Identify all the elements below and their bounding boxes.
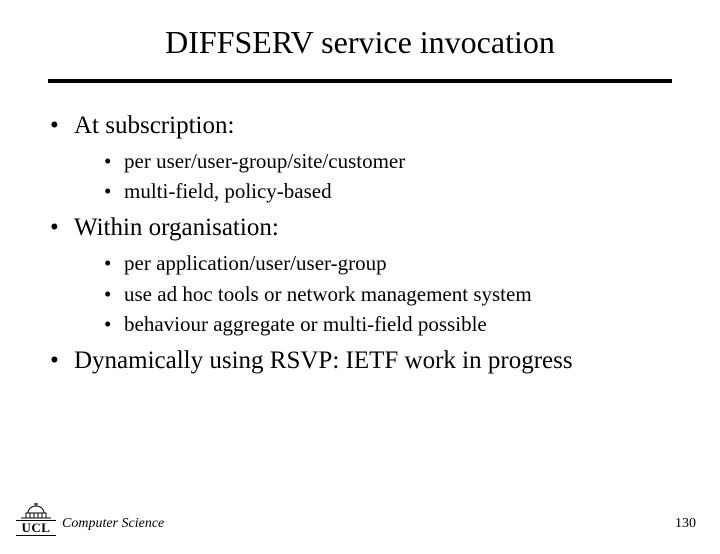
sub-bullet-list: per application/user/user-group use ad h… xyxy=(74,249,676,338)
bullet-text: Dynamically using RSVP: IETF work in pro… xyxy=(74,347,573,374)
slide-body: At subscription: per user/user-group/sit… xyxy=(0,83,720,378)
page-number: 130 xyxy=(675,516,696,532)
bullet-list: At subscription: per user/user-group/sit… xyxy=(44,109,676,378)
logo-text: UCL xyxy=(16,520,56,536)
bullet-item: Within organisation: per application/use… xyxy=(44,211,676,338)
slide-title: DIFFSERV service invocation xyxy=(0,0,720,71)
dome-icon xyxy=(19,501,53,519)
sub-bullet-item: behaviour aggregate or multi-field possi… xyxy=(102,310,676,338)
sub-bullet-list: per user/user-group/site/customer multi-… xyxy=(74,147,676,206)
bullet-item: Dynamically using RSVP: IETF work in pro… xyxy=(44,344,676,378)
sub-bullet-item: multi-field, policy-based xyxy=(102,177,676,205)
bullet-item: At subscription: per user/user-group/sit… xyxy=(44,109,676,205)
department-label: Computer Science xyxy=(62,516,164,532)
bullet-text: Within organisation: xyxy=(74,214,279,241)
bullet-text: At subscription: xyxy=(74,112,234,139)
ucl-logo: UCL xyxy=(16,501,56,536)
sub-bullet-item: per application/user/user-group xyxy=(102,249,676,277)
sub-bullet-item: use ad hoc tools or network management s… xyxy=(102,280,676,308)
slide-footer: UCL Computer Science 130 xyxy=(0,496,720,536)
slide: DIFFSERV service invocation At subscript… xyxy=(0,0,720,554)
sub-bullet-item: per user/user-group/site/customer xyxy=(102,147,676,175)
